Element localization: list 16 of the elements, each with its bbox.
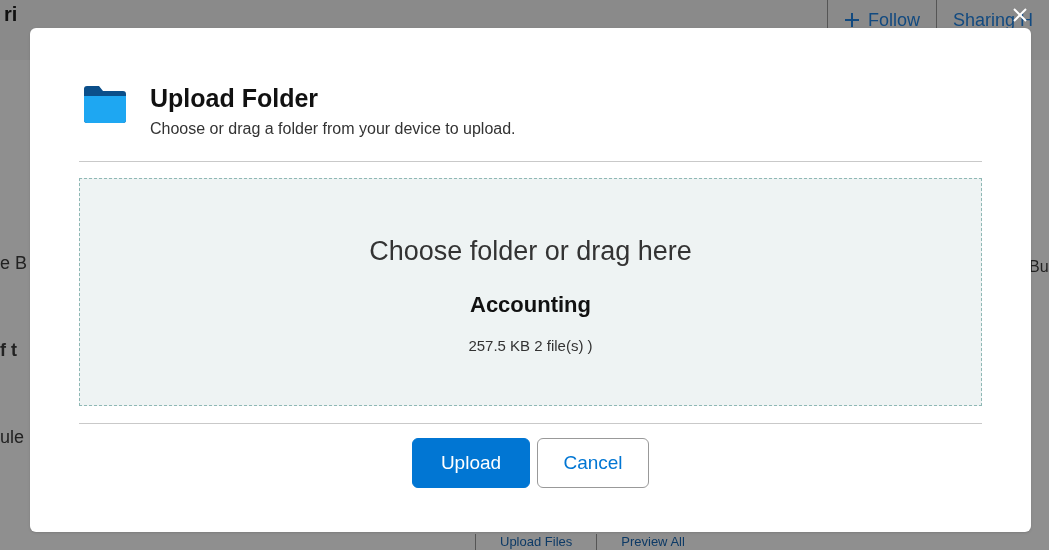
upload-button[interactable]: Upload [412,438,530,488]
folder-name: Accounting [470,290,591,319]
cancel-button[interactable]: Cancel [537,438,649,488]
drop-zone[interactable]: Choose folder or drag here Accounting 257.5 KB 2 file(s) ) [79,178,982,406]
background-text: e B [0,252,29,275]
drop-prompt: Choose folder or drag here [369,235,692,268]
background-button[interactable]: Upload Files [475,534,597,550]
background-button[interactable]: Preview All [596,534,709,550]
folder-summary: 257.5 KB 2 file(s) ) [468,335,593,356]
plus-icon [843,12,860,28]
background-text: f t [0,339,18,362]
dialog-subtitle: Choose or drag a folder from your device to upload. [150,119,516,139]
background-text: ule [0,426,26,449]
dialog-title: Upload Folder [150,83,320,113]
folder-icon [82,85,128,123]
page-title: ri [4,3,18,25]
